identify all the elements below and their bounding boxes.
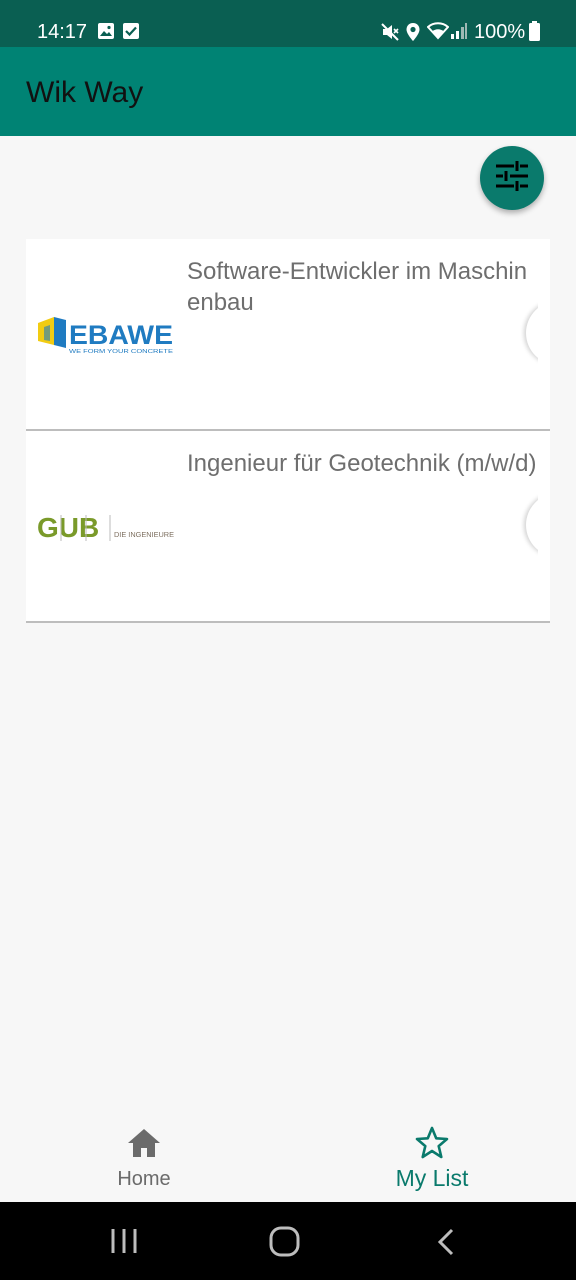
nav-home[interactable]: Home: [0, 1110, 288, 1202]
company-logo-gub: GUB DIE INGENIEURE: [36, 501, 176, 551]
filter-button[interactable]: [480, 146, 544, 210]
job-title: Software-Entwickler im Maschinenbau: [187, 258, 528, 316]
app-bar: Wik Way: [0, 47, 576, 136]
job-title: Ingenieur für Geotechnik (m/w/d): [187, 450, 537, 477]
app-title: Wik Way: [26, 76, 144, 109]
battery-icon: [529, 21, 540, 46]
star-icon: [415, 1126, 449, 1165]
company-logo-ebawe: EBAWE WE FORM YOUR CONCRETE: [36, 309, 176, 359]
system-navigation-bar: [0, 1202, 576, 1280]
tune-icon: [495, 160, 529, 196]
bottom-navigation: Home My List: [0, 1110, 576, 1202]
svg-text:DIE INGENIEURE: DIE INGENIEURE: [114, 532, 174, 539]
nav-my-list-label: My List: [395, 1165, 469, 1191]
status-bar: 14:17 100%: [0, 0, 576, 47]
mute-icon: [380, 22, 400, 47]
status-time: 14:17: [37, 21, 88, 43]
home-system-button[interactable]: [269, 1226, 301, 1263]
svg-text:EBAWE: EBAWE: [69, 320, 173, 350]
nav-home-label: Home: [117, 1168, 171, 1190]
nav-my-list[interactable]: My List: [288, 1110, 576, 1202]
wifi-icon: [426, 22, 450, 45]
back-button[interactable]: [436, 1228, 456, 1261]
home-icon: [127, 1128, 161, 1163]
image-icon: [97, 22, 115, 45]
job-card[interactable]: EBAWE WE FORM YOUR CONCRETE Software-Ent…: [26, 239, 550, 431]
signal-icon: [450, 22, 468, 45]
svg-text:GUB: GUB: [37, 512, 99, 543]
check-box-icon: [122, 22, 140, 45]
svg-text:WE FORM YOUR CONCRETE: WE FORM YOUR CONCRETE: [69, 349, 173, 355]
battery-percent: 100%: [474, 21, 526, 43]
recents-button[interactable]: [110, 1226, 138, 1261]
job-card[interactable]: GUB DIE INGENIEURE Ingenieur für Geotech…: [26, 431, 550, 623]
location-icon: [405, 22, 421, 47]
